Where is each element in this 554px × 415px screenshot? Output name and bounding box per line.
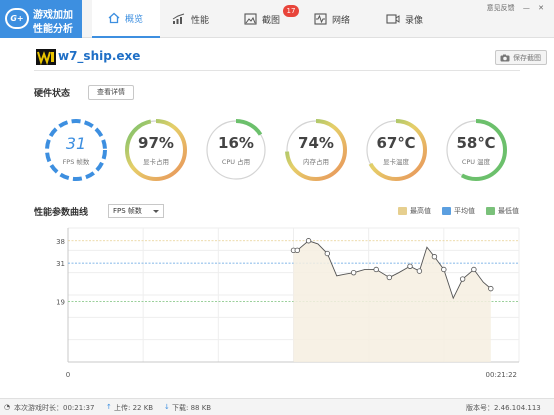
fps-data-point <box>324 250 331 257</box>
fps-area-fill <box>293 240 491 362</box>
y-tick-label: 19 <box>56 298 65 306</box>
fps-data-point <box>441 266 447 273</box>
fps-data-point <box>294 247 300 254</box>
fps-data-point <box>416 268 423 274</box>
y-tick-label: 31 <box>56 260 65 268</box>
fps-data-point <box>305 238 312 244</box>
status-bar: ◔ 本次游戏时长：00:21:37 ↑ 上传: 22 KB ↓ 下载: 88 K… <box>0 398 554 415</box>
version-text: 版本号：2.46.104.113 <box>466 404 541 412</box>
fps-data-point <box>431 254 438 260</box>
fps-data-point <box>373 266 379 273</box>
clock-icon: ◔ <box>4 403 11 411</box>
fps-data-point <box>386 274 393 281</box>
game-time-text: 本次游戏时长：00:21:37 <box>14 404 95 412</box>
fps-data-point <box>350 269 357 276</box>
performance-chart: 19 31 38 0 00:21:22 <box>56 227 520 379</box>
fps-data-point <box>459 276 466 282</box>
x-start-label: 0 <box>66 371 70 379</box>
upload-text: 上传: 22 KB <box>114 404 154 412</box>
upload-arrow-icon: ↑ <box>106 403 112 411</box>
download-arrow-icon: ↓ <box>164 403 170 411</box>
y-tick-label: 38 <box>56 238 65 246</box>
fps-data-point <box>488 285 494 292</box>
x-end-label: 00:21:22 <box>486 371 517 379</box>
download-text: 下载: 88 KB <box>172 404 212 412</box>
fps-data-point <box>407 263 413 269</box>
fps-data-point <box>471 266 477 273</box>
app-window: G+ 游戏加加 性能分析 概览 性能 截图 17 网络 录像 意见反馈 — ✕ … <box>0 0 554 415</box>
